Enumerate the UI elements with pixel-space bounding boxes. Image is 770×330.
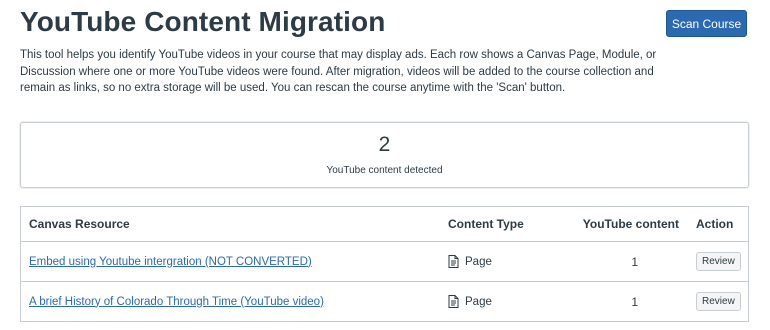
- column-header-resource: Canvas Resource: [29, 217, 130, 231]
- table-row: A brief History of Colorado Through Time…: [20, 282, 749, 322]
- resource-link[interactable]: Embed using Youtube intergration (NOT CO…: [29, 256, 312, 268]
- column-header-action: Action: [696, 217, 734, 231]
- youtube-count: 1: [631, 254, 638, 269]
- table-row: Embed using Youtube intergration (NOT CO…: [20, 242, 749, 282]
- review-button[interactable]: Review: [696, 252, 741, 271]
- resources-table: Canvas Resource Content Type YouTube con…: [20, 206, 749, 322]
- page-title: YouTube Content Migration: [20, 6, 386, 37]
- content-type: Page: [465, 255, 492, 268]
- page-description: This tool helps you identify YouTube vid…: [20, 49, 657, 94]
- scan-course-button[interactable]: Scan Course: [666, 10, 747, 37]
- column-header-type: Content Type: [448, 217, 524, 231]
- page-icon: [448, 295, 459, 308]
- youtube-count: 1: [631, 294, 638, 309]
- detected-label: YouTube content detected: [326, 165, 443, 176]
- review-button[interactable]: Review: [696, 292, 741, 311]
- column-header-youtube: YouTube content: [582, 217, 679, 231]
- page-icon: [448, 255, 459, 268]
- table-header-row: Canvas Resource Content Type YouTube con…: [20, 207, 749, 242]
- resource-link[interactable]: A brief History of Colorado Through Time…: [29, 296, 324, 308]
- detected-count: 2: [378, 133, 391, 156]
- content-type: Page: [465, 295, 492, 308]
- summary-card: 2 YouTube content detected: [20, 122, 749, 188]
